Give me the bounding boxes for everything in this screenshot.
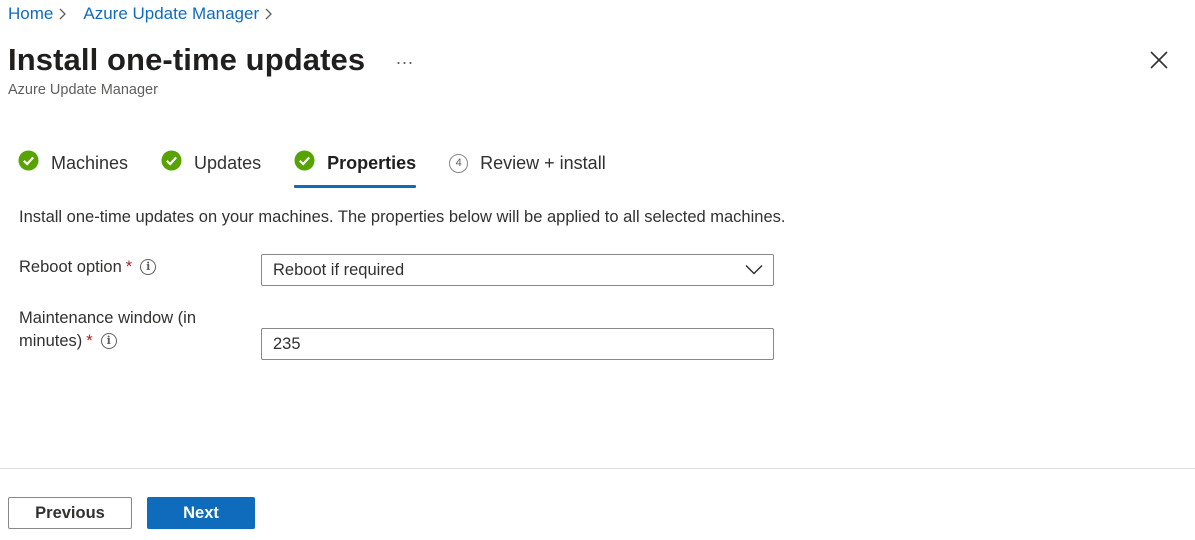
maintenance-label-line2: minutes) [19,332,83,350]
breadcrumb-update-manager-link[interactable]: Azure Update Manager [83,3,259,25]
reboot-option-dropdown[interactable]: Reboot if required [261,254,774,286]
breadcrumb-home-link[interactable]: Home [8,3,53,25]
chevron-right-icon [264,3,284,25]
step-updates[interactable]: Updates [161,150,261,186]
maintenance-window-input[interactable] [261,328,774,360]
step-review-install[interactable]: 4 Review + install [449,153,606,184]
step-number-badge: 4 [449,153,469,173]
chevron-right-icon [58,3,78,25]
close-icon[interactable] [1149,50,1169,70]
reboot-label-text: Reboot option [19,258,122,276]
step-label: Updates [194,152,262,173]
check-circle-icon [161,150,182,176]
step-label: Review + install [480,152,606,173]
step-label: Properties [327,152,417,173]
page-description: Install one-time updates on your machine… [19,208,786,226]
reboot-option-value: Reboot if required [273,260,405,279]
info-icon[interactable]: i [140,259,157,275]
footer-divider [0,468,1195,469]
breadcrumb: Home Azure Update Manager [8,3,289,25]
step-properties[interactable]: Properties [294,150,417,188]
info-icon[interactable]: i [100,333,117,349]
check-circle-icon [18,150,39,176]
page-subtitle: Azure Update Manager [8,82,158,98]
check-circle-icon [294,150,315,176]
wizard-steps: Machines Updates Properties 4 Review + i… [18,150,606,188]
previous-button[interactable]: Previous [8,497,132,529]
install-updates-page: Home Azure Update Manager Install one-ti… [0,0,1195,540]
page-title: Install one-time updates [8,42,366,77]
chevron-down-icon [745,261,763,280]
step-label: Machines [51,152,129,173]
required-marker: * [86,332,93,350]
maintenance-window-label: Maintenance window (in minutes) * i [19,307,196,353]
required-marker: * [125,258,133,276]
maintenance-label-line1: Maintenance window (in [19,309,197,327]
more-options-icon[interactable]: ... [396,48,414,69]
step-machines[interactable]: Machines [18,150,128,186]
next-button[interactable]: Next [147,497,255,529]
reboot-option-label: Reboot option * i [19,256,157,279]
